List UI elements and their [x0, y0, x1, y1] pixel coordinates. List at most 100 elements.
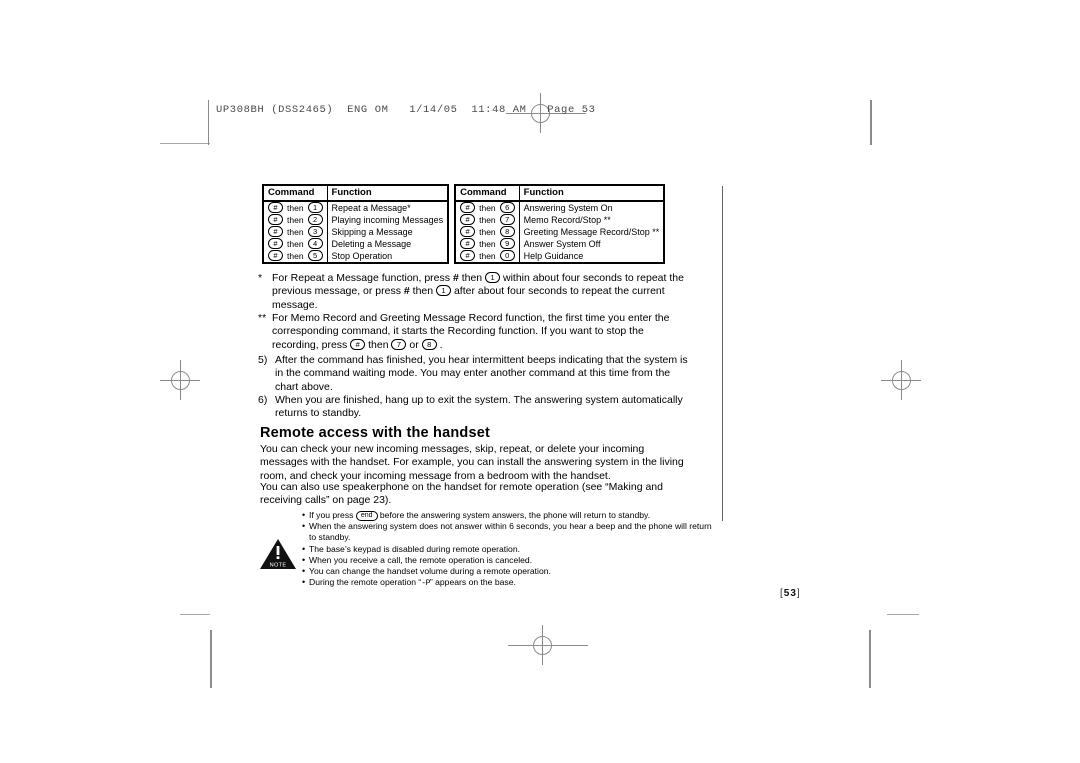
table-header-row: Command Function	[263, 185, 449, 202]
key-digit-icon: 6	[499, 202, 515, 213]
cell-command: # then 5	[263, 250, 328, 263]
then-label: then	[479, 203, 496, 213]
key-digit-icon: 9	[499, 238, 515, 249]
key-hash-icon: #	[268, 250, 283, 261]
footnote-text-part: For Repeat a Message function, press	[272, 272, 453, 284]
command-table-right: Command Function # then 6 Answering System…	[454, 184, 666, 264]
cell-command: # then 2	[263, 214, 328, 226]
table-row: # then 0 Help Guidance	[455, 250, 664, 263]
then-label: then	[287, 215, 304, 225]
section-heading: Remote access with the handset	[260, 425, 491, 441]
crop-mark-bottom-left	[180, 614, 210, 615]
note-bullet-list: • If you press end before the answering …	[302, 510, 718, 589]
cell-command: # then 4	[263, 238, 328, 250]
key-hash-icon: #	[268, 238, 283, 249]
cell-function: Deleting a Message	[331, 239, 412, 249]
cell-command: # then 1	[263, 201, 328, 214]
then-label: then	[287, 239, 304, 249]
note-bullet-text: You can change the handset volume during…	[309, 566, 551, 577]
footnote-text-part: then	[458, 272, 486, 284]
crop-mark-bottom-right	[887, 614, 919, 615]
cell-command: # then 8	[455, 226, 520, 238]
registration-horizontal-bar	[881, 379, 921, 381]
table-row: # then 1 Repeat a Message*	[263, 201, 448, 214]
then-label: then	[287, 203, 304, 213]
then-label: then	[479, 251, 496, 261]
key-digit-icon: 1	[307, 202, 323, 213]
footnote-text-part: For Memo Record and Greeting Message Rec…	[272, 312, 670, 351]
command-tables-container: Command Function # then 1 Repeat a Message…	[262, 184, 666, 264]
column-header-command: Command	[263, 185, 328, 202]
cell-function: Help Guidance	[523, 251, 584, 261]
key-hash-icon: #	[460, 238, 476, 249]
step-marker: 5)	[258, 354, 268, 366]
key-hash-icon: #	[268, 202, 283, 213]
note-text-part: If you press	[309, 510, 356, 520]
step-six: 6) When you are finished, hang up to exi…	[258, 394, 688, 421]
registration-mark-middle-right	[881, 360, 921, 400]
cell-function: Repeat a Message*	[331, 203, 411, 213]
registration-mark-bottom-center	[508, 625, 588, 665]
footnote-text-part: or	[406, 338, 422, 351]
key-hash-icon: #	[268, 214, 283, 225]
registration-horizontal-bar	[508, 644, 588, 646]
step-text: When you are finished, hang up to exit t…	[275, 394, 683, 420]
key-hash-icon: #	[350, 338, 366, 350]
table-row: # then 6 Answering System On	[455, 201, 664, 214]
key-hash-icon: #	[460, 250, 476, 261]
key-digit-icon: 1	[485, 272, 501, 283]
list-item: • The base’s keypad is disabled during r…	[302, 544, 718, 555]
cell-command: # then 6	[455, 201, 520, 214]
note-warning-icon: NOTE	[258, 537, 298, 571]
key-end-icon: end	[355, 511, 378, 521]
table-header-row: Command Function	[455, 185, 665, 202]
note-bullet-text: When you receive a call, the remote oper…	[309, 554, 533, 565]
then-label: then	[479, 239, 496, 249]
then-label: then	[479, 227, 496, 237]
page-number: [53]	[780, 588, 801, 599]
footnote-marker: *	[258, 272, 263, 284]
note-bullet-text: The base’s keypad is disabled during rem…	[309, 543, 520, 554]
command-table-left: Command Function # then 1 Repeat a Message…	[262, 184, 450, 264]
list-item: • During the remote operation “-P” appea…	[302, 577, 718, 589]
footnote-text-part: .	[436, 338, 443, 351]
cell-command: # then 7	[455, 214, 520, 226]
key-hash-icon: #	[460, 214, 476, 225]
key-hash-icon: #	[268, 226, 283, 237]
cell-function: Stop Operation	[331, 251, 393, 261]
table-row: # then 7 Memo Record/Stop **	[455, 214, 664, 226]
table-row: # then 2 Playing incoming Messages	[263, 214, 448, 226]
key-digit-icon: 3	[307, 226, 323, 237]
trim-line-left-bottom	[210, 630, 212, 688]
note-bullet-text: When the answering system does not answe…	[309, 521, 712, 543]
table-row: # then 4 Deleting a Message	[263, 238, 448, 250]
bullet-dot-icon: •	[302, 543, 306, 554]
key-digit-icon: 7	[499, 214, 515, 225]
footnote-body: For Repeat a Message function, press # t…	[272, 272, 688, 312]
trim-line-right-bottom	[869, 630, 871, 688]
step-text: After the command has finished, you hear…	[275, 354, 688, 393]
list-item: • When the answering system does not ans…	[302, 521, 718, 543]
bullet-dot-icon: •	[302, 510, 306, 520]
trim-line-page-edge	[722, 186, 723, 521]
key-digit-icon: 8	[421, 338, 437, 350]
registration-ring	[171, 371, 190, 390]
key-digit-icon: 5	[307, 250, 323, 261]
cell-command: # then 9	[455, 238, 520, 250]
footnote-body: For Memo Record and Greeting Message Rec…	[272, 312, 688, 352]
key-digit-icon: 4	[307, 238, 323, 249]
footnote-single-asterisk: * For Repeat a Message function, press #…	[258, 272, 688, 312]
cell-function: Answer System Off	[523, 239, 601, 249]
key-hash-icon: #	[460, 226, 476, 237]
registration-mark-middle-left	[160, 360, 200, 400]
bullet-dot-icon: •	[302, 566, 306, 577]
registration-horizontal-bar	[160, 379, 200, 381]
lcd-display-glyph: -P	[421, 579, 430, 589]
list-item: • When you receive a call, the remote op…	[302, 555, 718, 566]
column-header-command: Command	[455, 185, 520, 202]
crop-mark-top-left	[160, 143, 210, 144]
then-label: then	[287, 227, 304, 237]
bullet-dot-icon: •	[302, 521, 306, 532]
page-number-value: 53	[783, 588, 797, 599]
then-label: then	[287, 251, 304, 261]
